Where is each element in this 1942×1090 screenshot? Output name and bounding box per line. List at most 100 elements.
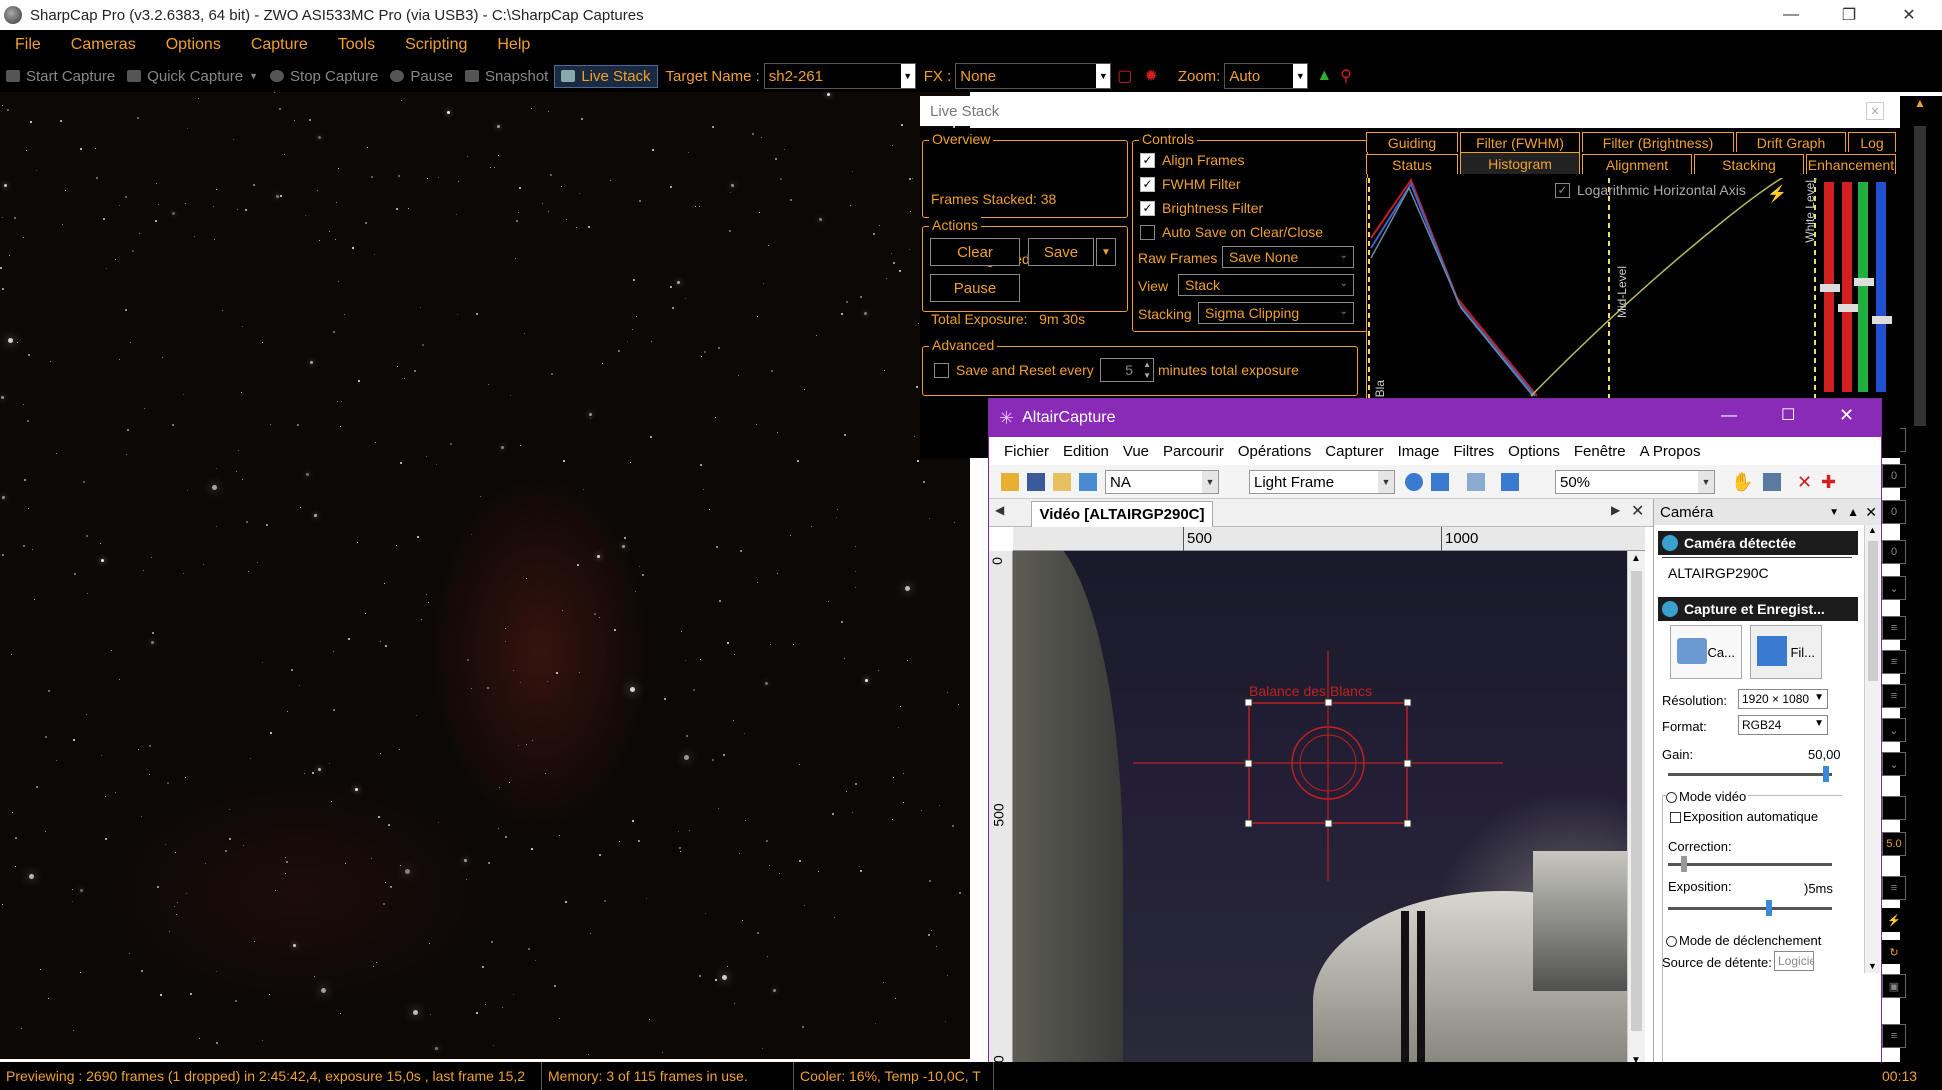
clear-button[interactable]: Clear	[930, 238, 1020, 266]
tab-drift-graph[interactable]: Drift Graph	[1736, 132, 1846, 152]
raw-frames-select[interactable]: Save None ⌄	[1222, 246, 1354, 268]
stepper-arrows-icon[interactable]: ▲ ▼	[1143, 359, 1151, 381]
stop-capture-button[interactable]: Stop Capture	[264, 68, 384, 85]
auto-save-checkbox[interactable]: Auto Save on Clear/Close	[1140, 224, 1323, 240]
resize-handle[interactable]	[1244, 698, 1253, 707]
checkbox-box[interactable]	[934, 362, 949, 378]
menu-filtres[interactable]: Filtres	[1446, 443, 1501, 460]
chevron-up-icon[interactable]: ▲	[1631, 553, 1641, 564]
checkmark-icon[interactable]: ✓	[1140, 152, 1155, 168]
menu-help[interactable]: Help	[482, 36, 545, 54]
menu-options[interactable]: Options	[1501, 443, 1567, 460]
resize-handle[interactable]	[1403, 698, 1412, 707]
field-input[interactable]: 0	[1882, 464, 1906, 488]
slider-thumb[interactable]	[1854, 278, 1874, 286]
slider-thumb[interactable]	[1765, 900, 1772, 916]
save-reset-checkbox[interactable]: Save and Reset every	[934, 362, 1094, 378]
pin-icon[interactable]: ▲	[1908, 96, 1932, 116]
menu-parcourir[interactable]: Parcourir	[1156, 443, 1231, 460]
histogram-view[interactable]: ✓ Logarithmic Horizontal Axis Mid-Level W…	[1366, 165, 1817, 398]
pause-button[interactable]: Pause	[384, 68, 459, 85]
slider-thumb[interactable]	[1680, 856, 1687, 872]
tab-filter-fwhm[interactable]: Filter (FWHM)	[1460, 132, 1580, 152]
slider-thumb[interactable]	[1820, 284, 1840, 292]
exposure-slider[interactable]	[1668, 900, 1832, 916]
resize-handle[interactable]	[1244, 759, 1253, 768]
chevron-left-icon[interactable]: ◀	[995, 503, 1004, 517]
white-balance-overlay[interactable]	[1013, 551, 1627, 1071]
stacking-select[interactable]: Sigma Clipping ⌄	[1198, 302, 1354, 324]
chevron-down-icon[interactable]: ⌄	[1882, 576, 1906, 600]
chevron-down-icon[interactable]: ▼	[1829, 507, 1839, 518]
field-input[interactable]	[1882, 796, 1906, 820]
close-icon[interactable]: ✕	[1865, 504, 1877, 521]
scroll-thumb[interactable]	[1631, 571, 1642, 1031]
pause-button[interactable]: Pause	[930, 274, 1020, 302]
menu-scripting[interactable]: Scripting	[390, 36, 482, 54]
resize-handle[interactable]	[1244, 819, 1253, 828]
tab-filter-brightness[interactable]: Filter (Brightness)	[1582, 132, 1734, 152]
resize-handle[interactable]	[1324, 819, 1333, 828]
chevron-right-icon[interactable]: ▶	[1611, 503, 1620, 517]
open-folder-icon[interactable]	[1001, 473, 1019, 491]
capture-video-button[interactable]: Fil...	[1750, 625, 1822, 679]
zoom-select[interactable]: 50% ▼	[1555, 470, 1715, 494]
resize-handle[interactable]	[1403, 759, 1412, 768]
menu-icon[interactable]: ≡	[1882, 876, 1906, 900]
slider-thumb[interactable]	[1872, 316, 1892, 324]
save-icon[interactable]: ▣	[1882, 974, 1906, 998]
tab-video[interactable]: Vidéo [ALTAIRGP290C]	[1031, 501, 1213, 527]
menu-icon[interactable]: ≡	[1882, 616, 1906, 640]
menu-options[interactable]: Options	[151, 36, 236, 54]
tab-log[interactable]: Log	[1848, 132, 1896, 152]
checkbox-box[interactable]	[1140, 224, 1155, 240]
reset-icon[interactable]: ↻	[1882, 940, 1906, 964]
chevron-down-icon[interactable]: ▼	[1096, 64, 1111, 88]
field-input[interactable]: 0	[1882, 500, 1906, 524]
crosshair-icon[interactable]: ✹	[1138, 66, 1163, 86]
frame-type-select[interactable]: Light Frame ▼	[1249, 470, 1395, 494]
format-select[interactable]: RGB24 ▼	[1738, 715, 1828, 735]
minutes-stepper[interactable]: 5 ▲ ▼	[1100, 358, 1154, 382]
chevron-up-icon[interactable]: ▲	[1868, 525, 1877, 535]
crosshair-icon[interactable]: ✚	[1821, 473, 1839, 491]
menu-fenetre[interactable]: Fenêtre	[1567, 443, 1633, 460]
camera-detected-section[interactable]: Caméra détectée	[1658, 531, 1858, 555]
tab-guiding[interactable]: Guiding	[1366, 132, 1458, 152]
minimize-button[interactable]: —	[1762, 0, 1820, 30]
value-field[interactable]: 5.0	[1882, 832, 1906, 856]
folder-icon[interactable]	[1053, 473, 1071, 491]
chevron-down-icon[interactable]: ⌄	[1882, 718, 1906, 742]
zoom-select[interactable]: Auto ▼	[1224, 63, 1309, 89]
menu-a-propos[interactable]: A Propos	[1633, 443, 1708, 460]
radio-circle[interactable]	[1666, 936, 1677, 948]
close-tab-icon[interactable]: ✕	[1631, 501, 1644, 521]
histogram-icon[interactable]	[1763, 473, 1781, 491]
chevron-down-icon[interactable]: ▼	[1293, 64, 1308, 88]
preview-image[interactable]	[0, 92, 970, 1059]
tab-histogram[interactable]: Histogram	[1460, 152, 1580, 174]
brightness-filter-checkbox[interactable]: ✓ Brightness Filter	[1140, 200, 1263, 216]
checkbox-box[interactable]	[1670, 812, 1681, 824]
refresh-icon[interactable]	[1079, 473, 1097, 491]
quick-capture-button[interactable]: Quick Capture ▼	[121, 68, 264, 85]
tab-enhancement[interactable]: Enhancement	[1806, 154, 1896, 174]
histogram-icon[interactable]: ▲	[1308, 67, 1340, 85]
rectangle-select-icon[interactable]: ▢	[1111, 66, 1138, 86]
resize-handle[interactable]	[1324, 698, 1333, 707]
delete-icon[interactable]: ✕	[1797, 473, 1815, 491]
zoom-search-icon[interactable]: ⚲	[1340, 66, 1352, 86]
slider-thumb[interactable]	[1838, 304, 1858, 312]
auto-exposure-checkbox[interactable]: Exposition automatique	[1670, 809, 1818, 824]
camera-panel-scrollbar[interactable]: ▲ ▼	[1864, 525, 1880, 973]
camera-select[interactable]: NA ▼	[1105, 470, 1219, 494]
lightning-icon[interactable]: ⚡	[1767, 184, 1787, 204]
chevron-down-icon[interactable]: ▼	[249, 71, 258, 81]
chevron-down-icon[interactable]: ⌄	[1882, 752, 1906, 776]
trigger-source-select[interactable]: Logiciel	[1774, 951, 1814, 971]
snapshot-button[interactable]: Snapshot	[459, 68, 554, 85]
checkmark-icon[interactable]: ✓	[1555, 182, 1570, 198]
target-name-input[interactable]: sh2-261 ▼	[763, 63, 916, 89]
field-input[interactable]: 0	[1882, 540, 1906, 564]
vertical-scrollbar[interactable]: ▲ ▼	[1627, 551, 1645, 1071]
